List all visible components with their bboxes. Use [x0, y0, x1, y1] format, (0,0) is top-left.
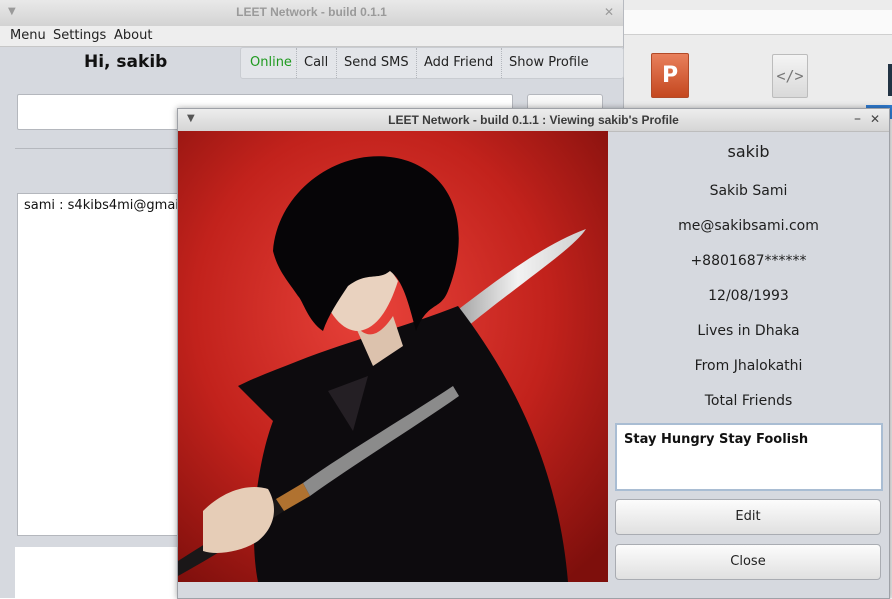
- edit-button[interactable]: Edit: [615, 499, 881, 535]
- profile-email: me@sakibsami.com: [678, 218, 819, 234]
- close-icon[interactable]: ✕: [604, 5, 614, 19]
- action-toolbar: Online Call Send SMS Add Friend Show Pro…: [240, 47, 624, 79]
- background-address-bar[interactable]: [622, 10, 892, 35]
- menubar: Menu Settings About: [0, 26, 623, 47]
- add-friend-button[interactable]: Add Friend: [416, 48, 500, 78]
- main-window-title: LEET Network - build 0.1.1: [236, 5, 387, 19]
- profile-window-title: LEET Network - build 0.1.1 : Viewing sak…: [388, 113, 679, 127]
- greeting-label: Hi, sakib: [84, 52, 168, 72]
- profile-phone: +8801687******: [690, 253, 807, 269]
- powerpoint-icon[interactable]: P: [651, 53, 689, 98]
- status-message-text: Stay Hungry Stay Foolish: [624, 432, 809, 447]
- profile-lives-in: Lives in Dhaka: [697, 323, 800, 339]
- code-icon[interactable]: </>: [772, 54, 808, 98]
- close-button[interactable]: Close: [615, 544, 881, 580]
- status-online-button[interactable]: Online: [243, 48, 299, 78]
- show-profile-button[interactable]: Show Profile: [501, 48, 596, 78]
- menu-item-menu[interactable]: Menu: [10, 26, 46, 46]
- contacts-list[interactable]: sami : s4kibs4mi@gmail.: [17, 193, 189, 536]
- profile-photo: [178, 131, 608, 582]
- close-icon[interactable]: ✕: [870, 112, 880, 126]
- profile-total-friends: Total Friends: [704, 393, 793, 409]
- background-icon-edge: [888, 64, 892, 96]
- send-sms-button[interactable]: Send SMS: [336, 48, 416, 78]
- minimize-icon[interactable]: –: [854, 111, 861, 127]
- profile-from: From Jhalokathi: [694, 358, 803, 374]
- menu-item-settings[interactable]: Settings: [53, 26, 106, 46]
- list-item[interactable]: sami : s4kibs4mi@gmail.: [24, 198, 187, 213]
- profile-full-name: Sakib Sami: [709, 183, 788, 199]
- call-button[interactable]: Call: [296, 48, 335, 78]
- profile-titlebar[interactable]: ▼ LEET Network - build 0.1.1 : Viewing s…: [178, 109, 889, 132]
- status-message-field[interactable]: Stay Hungry Stay Foolish: [615, 423, 883, 491]
- menu-item-about[interactable]: About: [114, 26, 152, 46]
- bottom-pane: [15, 547, 195, 598]
- main-titlebar[interactable]: ▼ LEET Network - build 0.1.1 ✕: [0, 0, 623, 27]
- profile-birthdate: 12/08/1993: [708, 288, 789, 304]
- profile-window: ▼ LEET Network - build 0.1.1 : Viewing s…: [177, 108, 890, 599]
- profile-username: sakib: [727, 142, 770, 161]
